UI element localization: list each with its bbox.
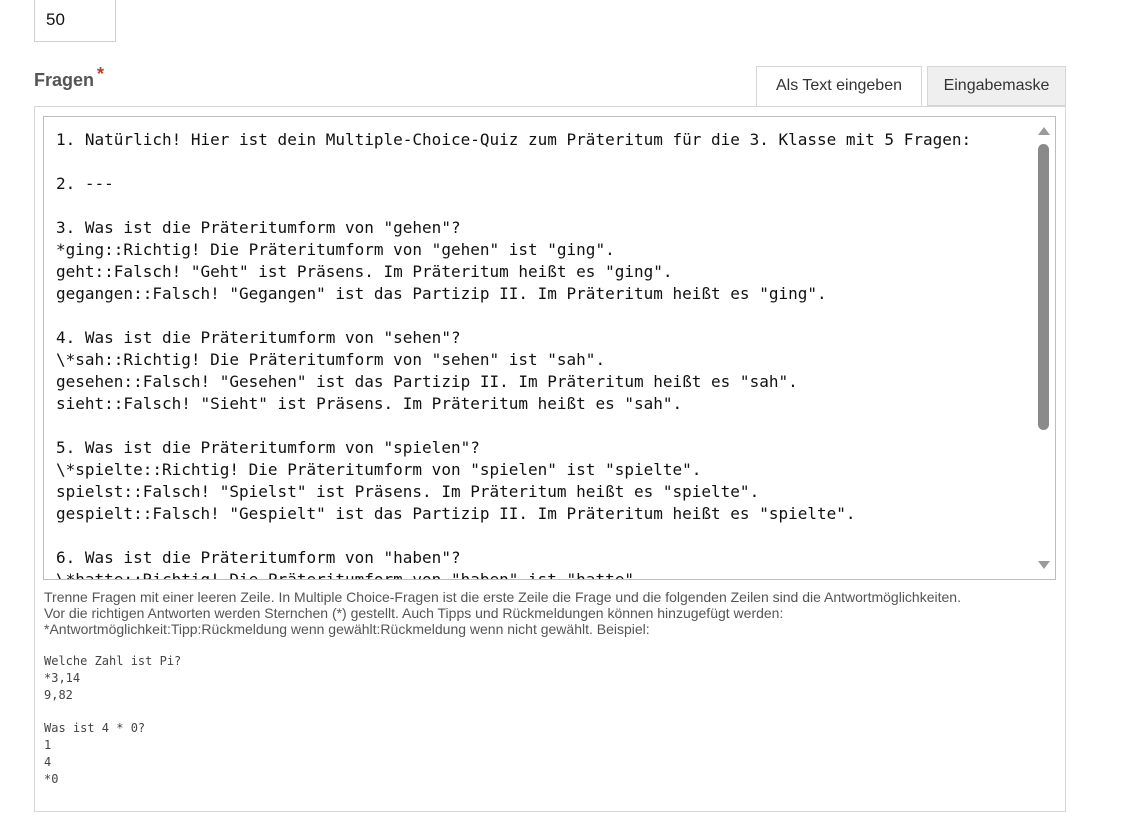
- required-marker: *: [97, 64, 105, 84]
- scroll-up-icon[interactable]: [1038, 127, 1050, 135]
- tab-text-input[interactable]: Als Text eingeben: [756, 66, 922, 107]
- help-text: Trenne Fragen mit einer leeren Zeile. In…: [44, 589, 1059, 637]
- questions-textarea-content[interactable]: 1. Natürlich! Hier ist dein Multiple-Cho…: [56, 129, 1026, 579]
- textarea-scrollbar[interactable]: [1033, 117, 1055, 579]
- tab-form-input[interactable]: Eingabemaske: [927, 66, 1066, 106]
- help-line: Trenne Fragen mit einer leeren Zeile. In…: [44, 589, 961, 605]
- help-line: *Antwortmöglichkeit:Tipp:Rückmeldung wen…: [44, 621, 650, 637]
- scrollbar-thumb[interactable]: [1038, 144, 1049, 430]
- help-line: Vor die richtigen Antworten werden Stern…: [44, 605, 784, 621]
- questions-label-row: Fragen *: [34, 64, 104, 91]
- questions-textarea[interactable]: 1. Natürlich! Hier ist dein Multiple-Cho…: [43, 116, 1056, 580]
- scroll-down-icon[interactable]: [1038, 561, 1050, 569]
- questions-label: Fragen: [34, 70, 95, 90]
- number-input[interactable]: 50: [34, 0, 116, 42]
- help-example: Welche Zahl ist Pi? *3,14 9,82 Was ist 4…: [44, 654, 182, 786]
